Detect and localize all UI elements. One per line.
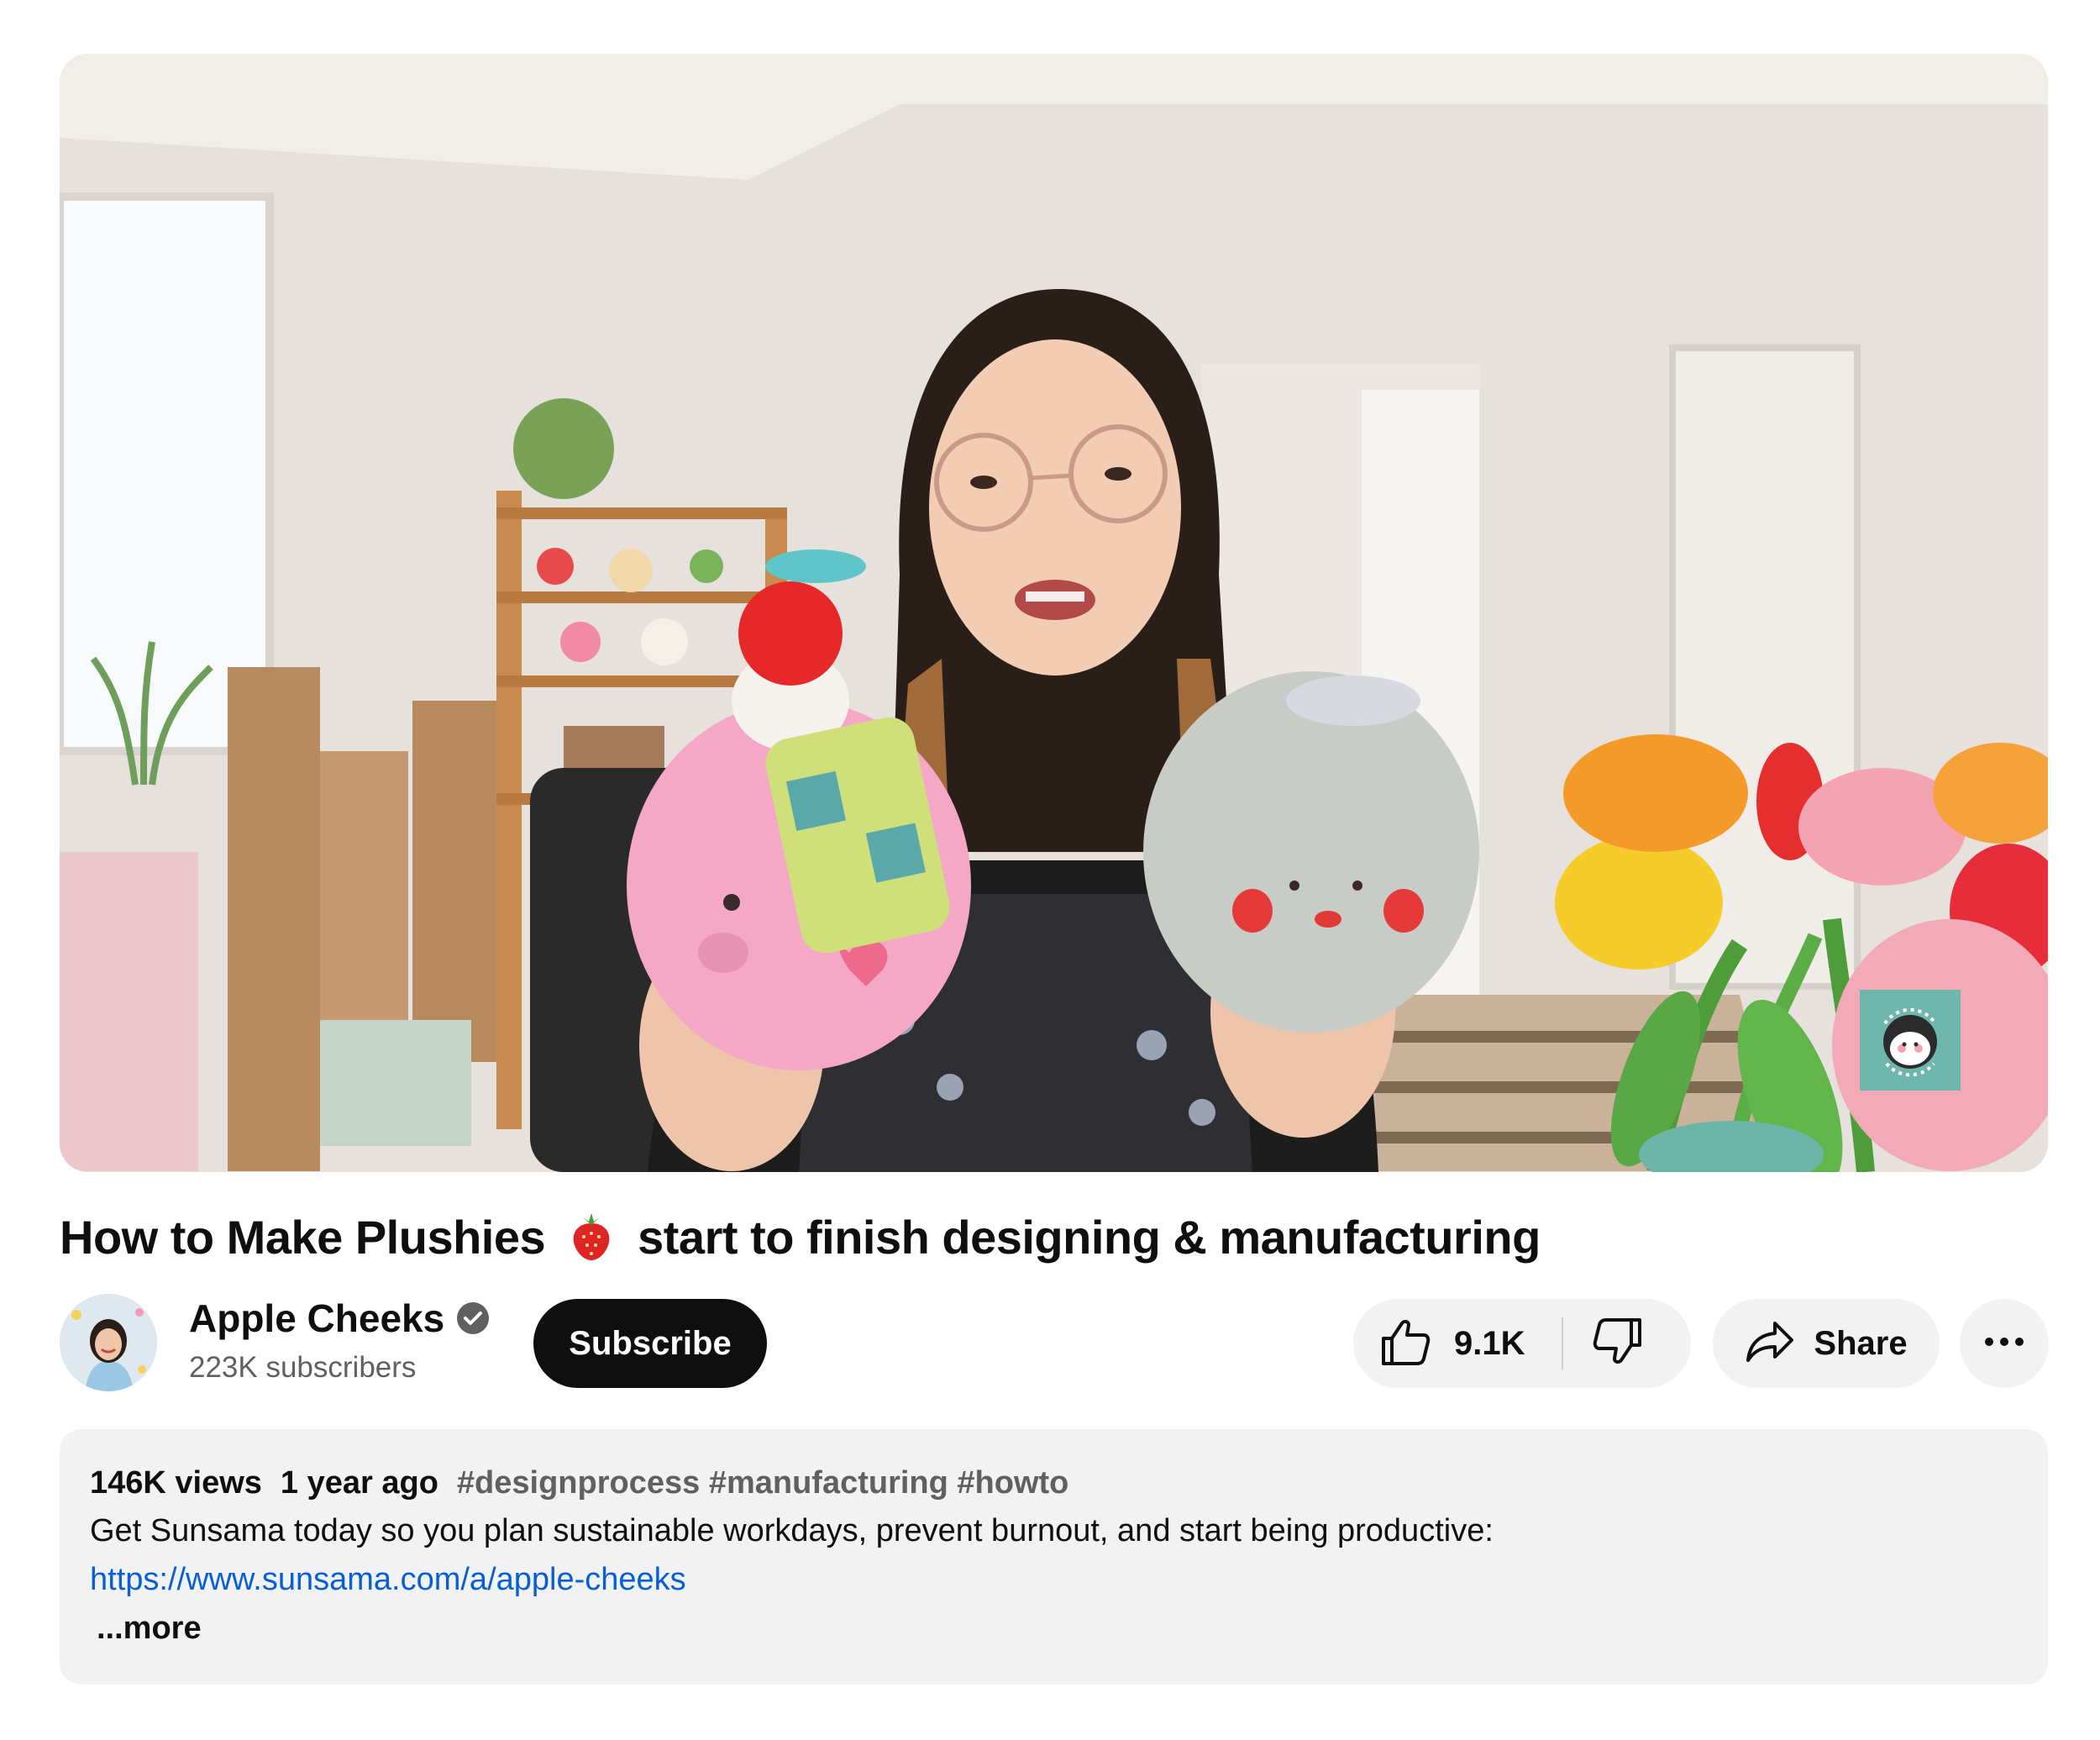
- share-button[interactable]: Share: [1713, 1299, 1940, 1388]
- video-title-part1: How to Make Plushies: [60, 1210, 546, 1264]
- share-icon: [1745, 1320, 1795, 1368]
- video-title-part2: start to finish designing & manufacturin…: [638, 1210, 1541, 1264]
- channel-name[interactable]: Apple Cheeks: [189, 1296, 490, 1341]
- like-count: 9.1K: [1454, 1324, 1525, 1362]
- dislike-icon: [1593, 1317, 1643, 1369]
- like-button[interactable]: 9.1K: [1353, 1299, 1562, 1388]
- verified-badge-icon: [456, 1301, 490, 1335]
- hashtags[interactable]: #designprocess #manufacturing #howto: [457, 1465, 1068, 1501]
- view-count: 146K views: [90, 1464, 262, 1501]
- watermark-logo-icon: [1883, 1007, 1937, 1077]
- video-player[interactable]: [60, 54, 2048, 1172]
- channel-row: Apple Cheeks 223K subscribers Subscribe …: [60, 1294, 2049, 1391]
- description-link[interactable]: https://www.sunsama.com/a/apple-cheeks: [90, 1555, 2018, 1604]
- like-divider: [1562, 1317, 1563, 1369]
- video-frame: [60, 54, 2048, 1172]
- channel-avatar[interactable]: [60, 1294, 157, 1391]
- show-more-button[interactable]: ...more: [90, 1604, 2018, 1653]
- dislike-button[interactable]: [1565, 1299, 1691, 1388]
- subscribe-button[interactable]: Subscribe: [533, 1299, 767, 1388]
- more-actions-button[interactable]: [1960, 1299, 2049, 1388]
- description-meta: 146K views 1 year ago #designprocess #ma…: [90, 1459, 2018, 1506]
- channel-name-text[interactable]: Apple Cheeks: [189, 1296, 444, 1341]
- like-icon: [1380, 1318, 1431, 1369]
- like-dislike-group: 9.1K: [1353, 1299, 1691, 1388]
- strawberry-icon: [570, 1212, 612, 1262]
- channel-watermark[interactable]: [1860, 990, 1961, 1091]
- video-title: How to Make Plushies start to finish des…: [60, 1203, 1541, 1270]
- share-label: Share: [1814, 1324, 1908, 1362]
- description-text: Get Sunsama today so you plan sustainabl…: [90, 1513, 1494, 1548]
- subscriber-count: 223K subscribers: [189, 1351, 417, 1384]
- more-icon: [1984, 1336, 2024, 1351]
- description-box[interactable]: 146K views 1 year ago #designprocess #ma…: [60, 1429, 2048, 1685]
- upload-date: 1 year ago: [280, 1464, 438, 1501]
